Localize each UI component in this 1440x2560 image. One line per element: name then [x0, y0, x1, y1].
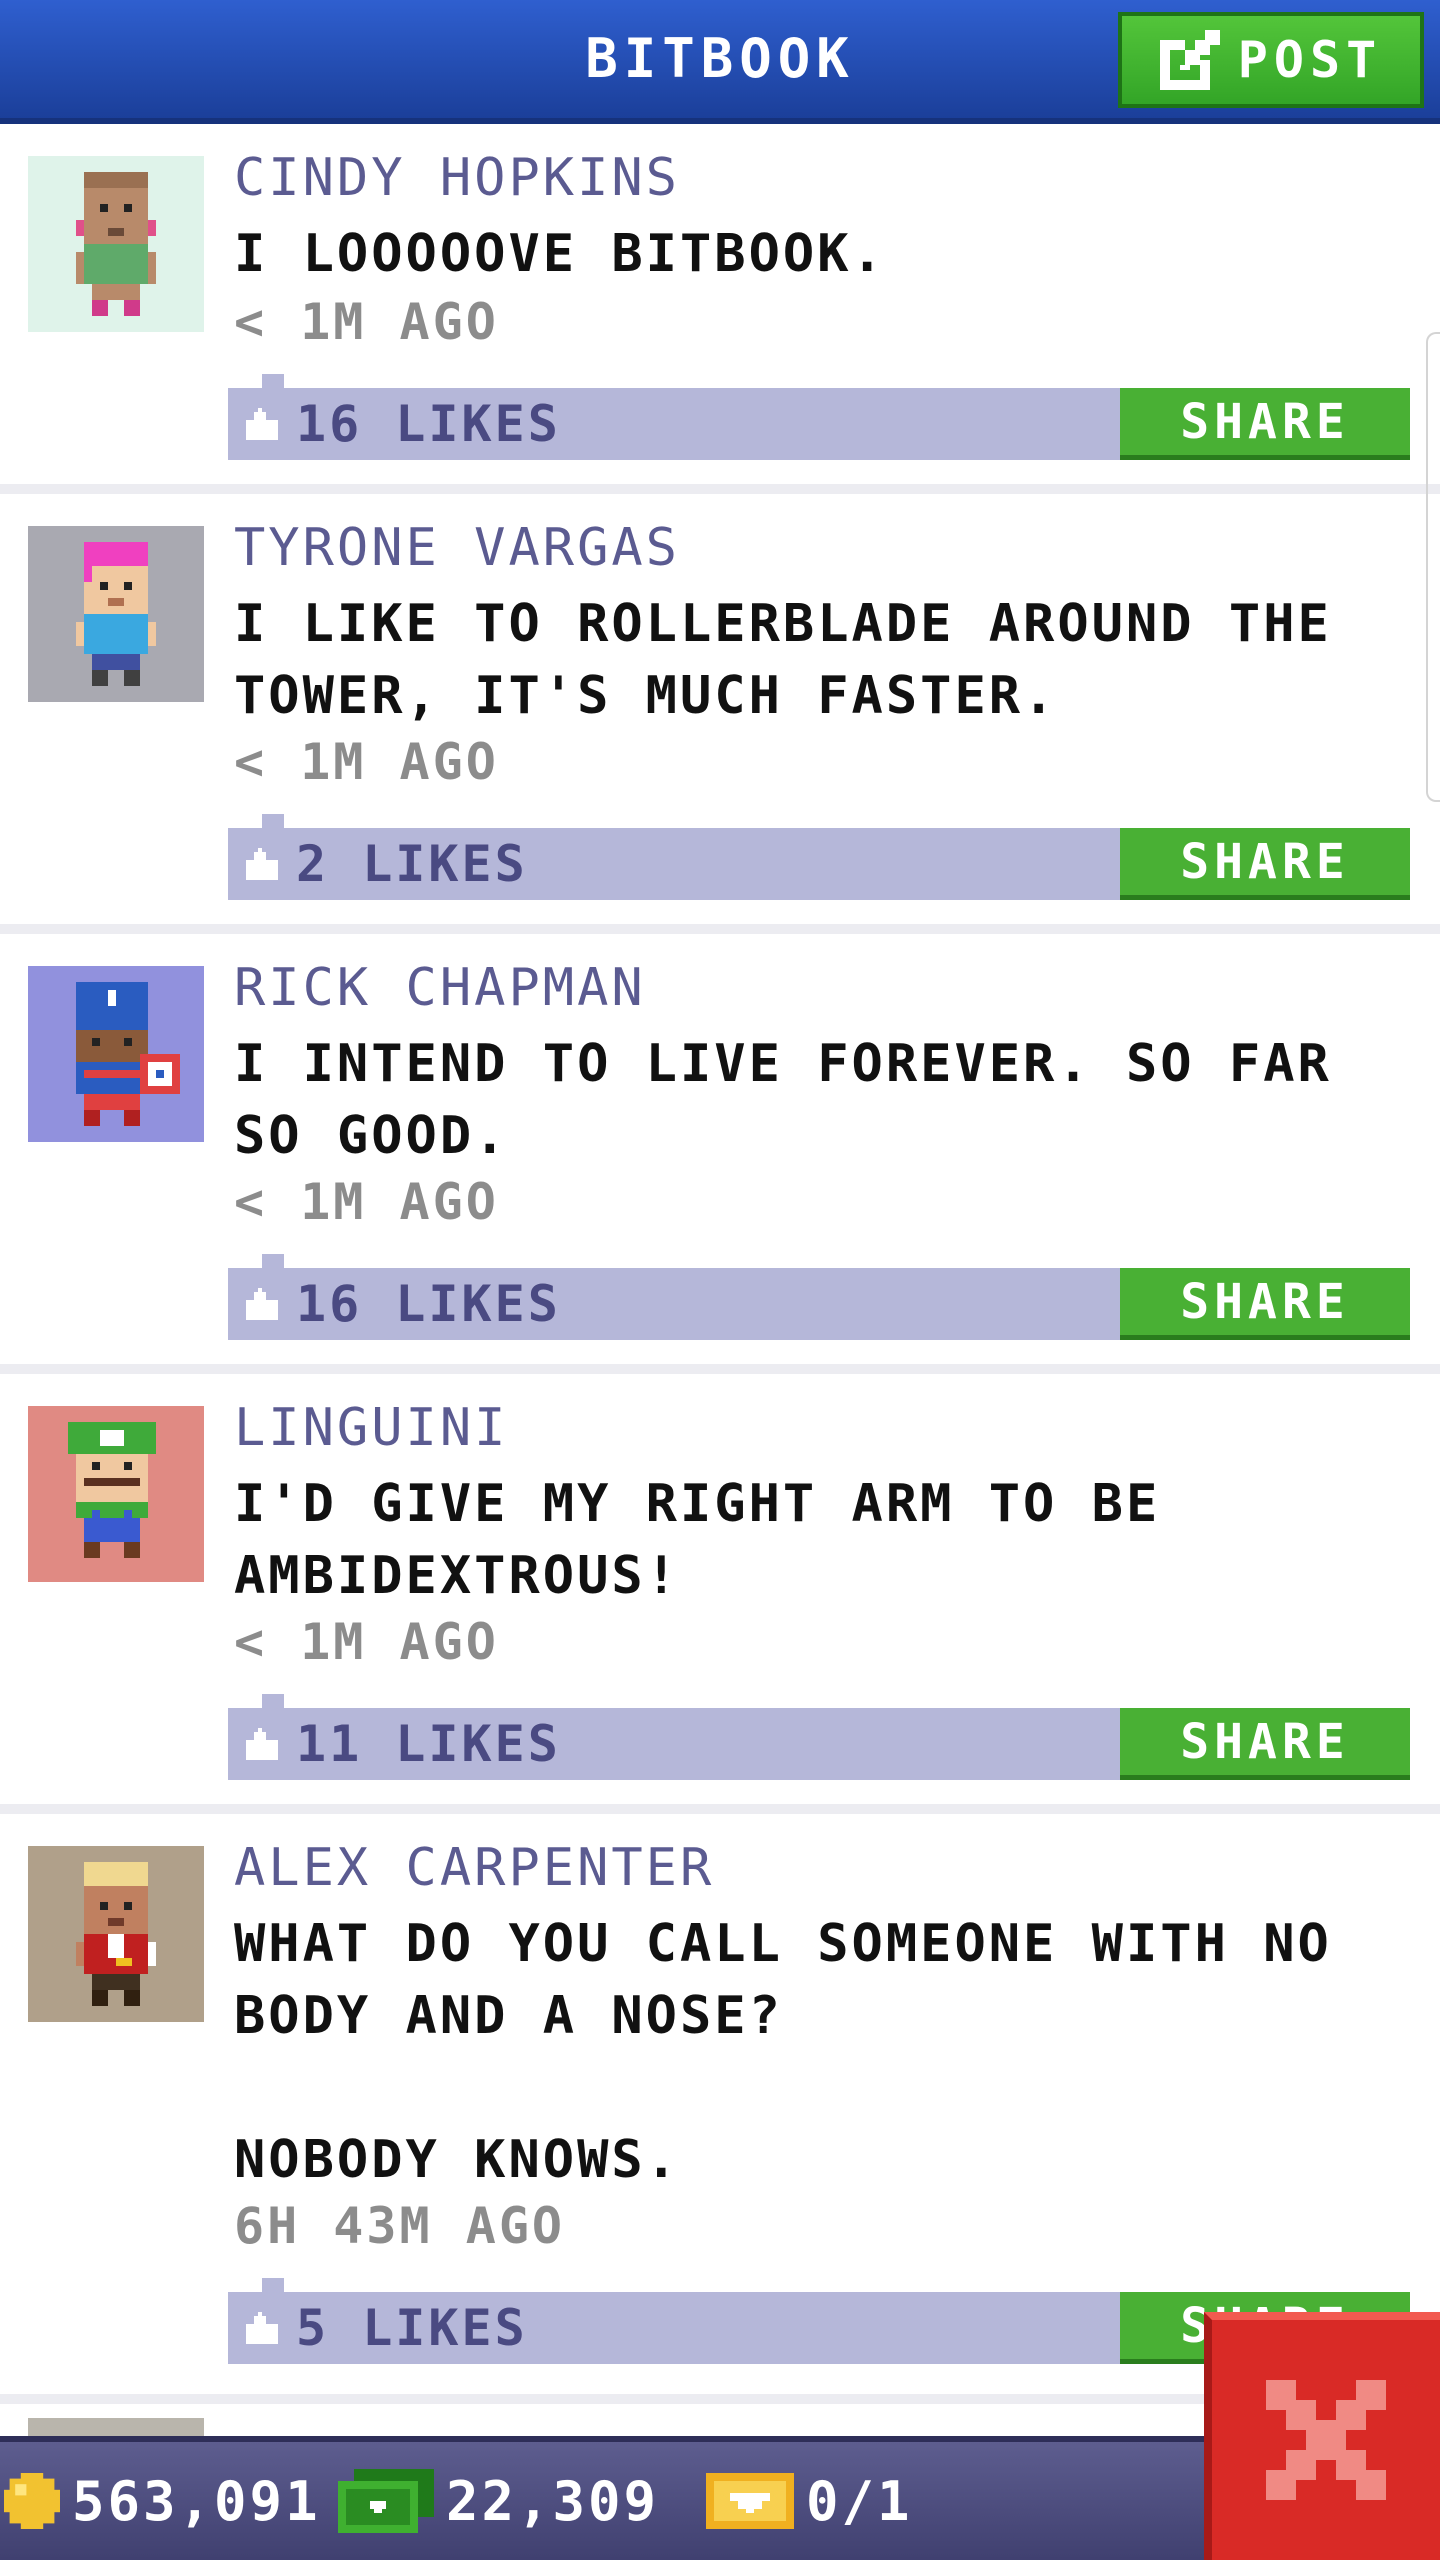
- likes-count: 2 LIKES: [296, 835, 528, 893]
- ticket-icon: [706, 2473, 794, 2529]
- avatar[interactable]: [28, 156, 204, 332]
- likes-bar: 11 LIKES SHARE: [228, 1694, 1410, 1780]
- bux-stat: 22,309: [338, 2442, 659, 2560]
- post-author[interactable]: TYRONE VARGAS: [234, 516, 680, 580]
- likes-count: 11 LIKES: [296, 1715, 561, 1773]
- post-time: < 1M AGO: [234, 733, 499, 791]
- avatar[interactable]: [28, 1846, 204, 2022]
- bitbook-screen: BITBOOK POST CINDY HOPKINS I LOOOOOVE BI…: [0, 0, 1440, 2560]
- tyrone-avatar-icon: [76, 542, 156, 686]
- share-button[interactable]: SHARE: [1120, 1268, 1410, 1340]
- post-time: 6H 43M AGO: [234, 2197, 566, 2255]
- likes-bar: 16 LIKES SHARE: [228, 374, 1410, 460]
- post-author[interactable]: ALEX CARPENTER: [234, 1836, 714, 1900]
- avatar[interactable]: [28, 526, 204, 702]
- post-text: I'D GIVE MY RIGHT ARM TO BE AMBIDEXTROUS…: [234, 1474, 1195, 1606]
- post-item: CINDY HOPKINS I LOOOOOVE BITBOOK. < 1M A…: [0, 124, 1440, 494]
- coins-stat: 563,091: [4, 2442, 321, 2560]
- post-author[interactable]: LINGUINI: [234, 1396, 508, 1460]
- coin-icon: [4, 2473, 60, 2529]
- thumbs-up-icon: [246, 848, 278, 880]
- post-text: I LOOOOOVE BITBOOK.: [234, 224, 886, 284]
- thumbs-up-icon: [246, 1728, 278, 1760]
- post-time: < 1M AGO: [234, 1173, 499, 1231]
- avatar[interactable]: [28, 1406, 204, 1582]
- bux-icon: [338, 2469, 434, 2533]
- post-text: WHAT DO YOU CALL SOMEONE WITH NO BODY AN…: [234, 1914, 1332, 2190]
- alex-avatar-icon: [76, 1862, 156, 2006]
- like-button[interactable]: 16 LIKES: [228, 1268, 561, 1340]
- close-button[interactable]: [1204, 2312, 1440, 2560]
- post-text: I INTEND TO LIVE FOREVER. SO FAR SO GOOD…: [234, 1034, 1367, 1166]
- bux-value: 22,309: [446, 2469, 660, 2533]
- likes-bar: 2 LIKES SHARE: [228, 814, 1410, 900]
- post-author[interactable]: RICK CHAPMAN: [234, 956, 646, 1020]
- share-button[interactable]: SHARE: [1120, 1708, 1410, 1780]
- linguini-avatar-icon: [68, 1422, 156, 1558]
- share-button[interactable]: SHARE: [1120, 388, 1410, 460]
- likes-count: 16 LIKES: [296, 395, 561, 453]
- like-button[interactable]: 2 LIKES: [228, 828, 528, 900]
- likes-count: 16 LIKES: [296, 1275, 561, 1333]
- post-item: LINGUINI I'D GIVE MY RIGHT ARM TO BE AMB…: [0, 1374, 1440, 1814]
- like-button[interactable]: 11 LIKES: [228, 1708, 561, 1780]
- post-button[interactable]: POST: [1118, 12, 1424, 108]
- share-button[interactable]: SHARE: [1120, 828, 1410, 900]
- post-author[interactable]: CINDY HOPKINS: [234, 146, 680, 210]
- post-button-label: POST: [1237, 31, 1383, 89]
- thumbs-up-icon: [246, 1288, 278, 1320]
- tickets-value: 0/1: [806, 2469, 913, 2533]
- header-bar: BITBOOK POST: [0, 0, 1440, 124]
- post-time: < 1M AGO: [234, 293, 499, 351]
- likes-count: 5 LIKES: [296, 2299, 528, 2357]
- rick-avatar-icon: [76, 982, 180, 1126]
- likes-bar: 16 LIKES SHARE: [228, 1254, 1410, 1340]
- avatar[interactable]: [28, 966, 204, 1142]
- scrollbar[interactable]: [1426, 332, 1440, 802]
- close-icon: [1266, 2380, 1386, 2500]
- post-item: RICK CHAPMAN I INTEND TO LIVE FOREVER. S…: [0, 934, 1440, 1374]
- post-item: TYRONE VARGAS I LIKE TO ROLLERBLADE AROU…: [0, 494, 1440, 934]
- compose-icon: [1159, 30, 1220, 90]
- post-time: < 1M AGO: [234, 1613, 499, 1671]
- tickets-stat: 0/1: [706, 2442, 913, 2560]
- like-button[interactable]: 16 LIKES: [228, 388, 561, 460]
- post-text: I LIKE TO ROLLERBLADE AROUND THE TOWER, …: [234, 594, 1367, 726]
- like-button[interactable]: 5 LIKES: [228, 2292, 528, 2364]
- coins-value: 563,091: [72, 2469, 321, 2533]
- thumbs-up-icon: [246, 408, 278, 440]
- thumbs-up-icon: [246, 2312, 278, 2344]
- cindy-avatar-icon: [76, 172, 156, 316]
